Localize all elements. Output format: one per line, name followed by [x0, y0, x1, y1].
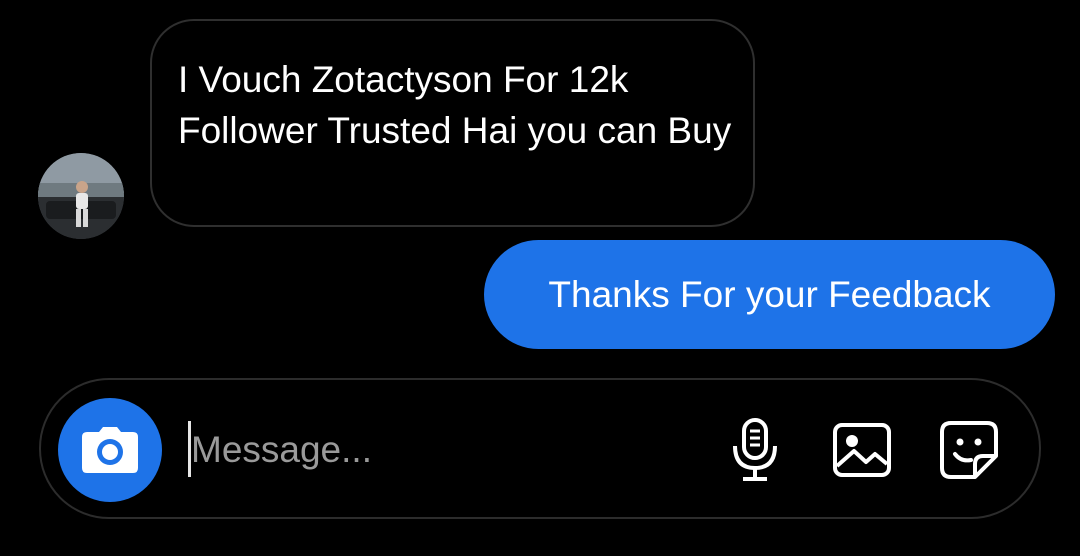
image-gallery-icon	[833, 423, 891, 477]
outgoing-message-bubble[interactable]: Thanks For your Feedback	[484, 240, 1055, 349]
incoming-message-bubble[interactable]: I Vouch Zotactyson For 12k Follower Trus…	[150, 19, 755, 227]
chat-screen: I Vouch Zotactyson For 12k Follower Trus…	[0, 0, 1080, 556]
camera-button[interactable]	[58, 398, 162, 502]
incoming-message-text: I Vouch Zotactyson For 12k Follower Trus…	[178, 59, 732, 151]
sticker-button[interactable]	[936, 417, 1002, 483]
gallery-button[interactable]	[829, 417, 895, 483]
message-composer	[39, 378, 1041, 519]
avatar-photo	[38, 153, 124, 239]
message-input[interactable]	[191, 420, 711, 480]
sticker-icon	[940, 421, 998, 479]
outgoing-message-text: Thanks For your Feedback	[548, 273, 991, 315]
camera-icon	[82, 427, 138, 473]
microphone-button[interactable]	[722, 417, 788, 483]
sender-avatar[interactable]	[38, 153, 124, 239]
microphone-icon	[733, 418, 777, 481]
